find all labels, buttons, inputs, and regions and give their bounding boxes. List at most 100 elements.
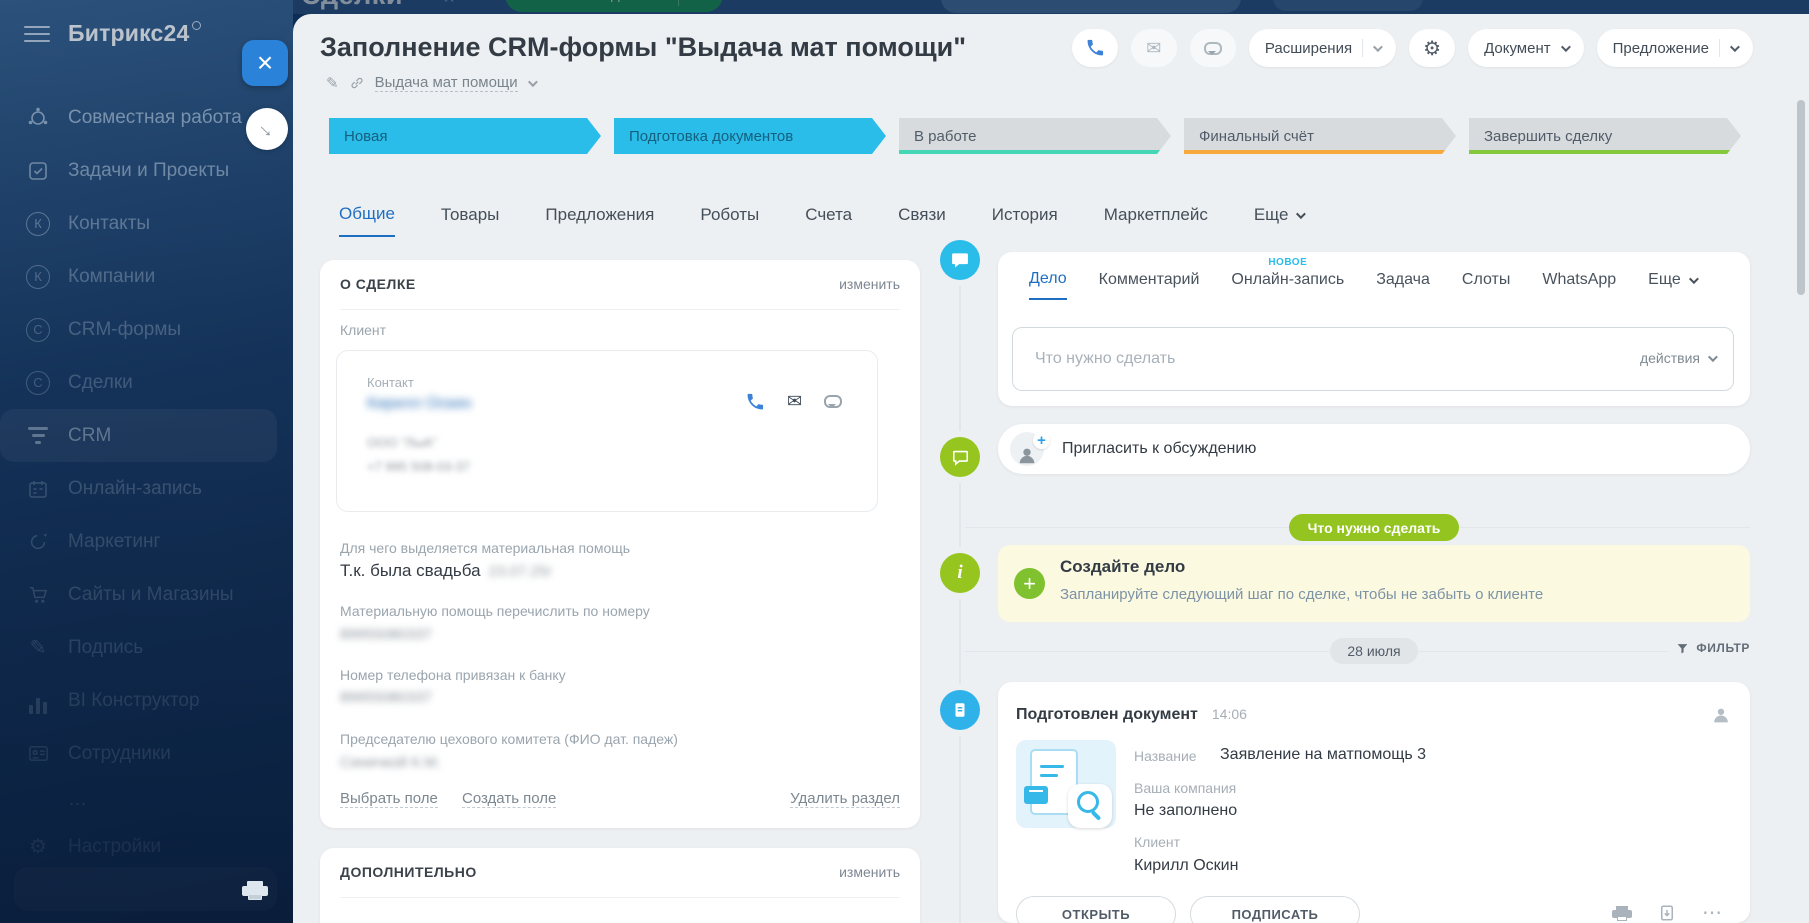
download-doc-icon[interactable]: [1658, 904, 1676, 922]
deal-stage-bar: Новая Подготовка документов В работе Фин…: [329, 118, 1741, 154]
entry-title: Подготовлен документ: [1016, 706, 1198, 723]
timeline-info-icon: i: [940, 553, 980, 593]
contact-type-label: Контакт: [367, 375, 414, 390]
field-value[interactable]: Т.к. была свадьба 23.07.25г: [340, 561, 552, 581]
sidebar-item-bi[interactable]: BI Конструктор: [0, 674, 293, 727]
contact-name-link[interactable]: Кирилл Оскин: [367, 395, 471, 413]
sidebar-item-online-booking[interactable]: Онлайн-запись: [0, 462, 293, 515]
gear-icon: ⚙: [29, 835, 47, 858]
field-value[interactable]: Синичкой К.М.: [340, 754, 441, 771]
tab-quotes[interactable]: Предложения: [545, 204, 654, 237]
sidebar-item-sign[interactable]: ✎ Подпись: [0, 621, 293, 674]
close-icon[interactable]: ×: [242, 40, 288, 86]
section-title: О СДЕЛКЕ: [340, 276, 416, 292]
extensions-button[interactable]: Расширения: [1248, 29, 1397, 67]
tab-marketplace[interactable]: Маркетплейс: [1104, 204, 1208, 237]
offer-button[interactable]: Предложение: [1596, 29, 1753, 67]
entry-field-value[interactable]: Кирилл Оскин: [1134, 857, 1238, 875]
sidebar-item-crm-forms[interactable]: C CRM-формы: [0, 303, 293, 356]
document-preview[interactable]: [1016, 740, 1116, 828]
call-button[interactable]: [1071, 29, 1118, 67]
stage-docs[interactable]: Подготовка документов: [614, 118, 886, 154]
select-field-link[interactable]: Выбрать поле: [340, 790, 438, 808]
menu-burger-icon[interactable]: [24, 25, 50, 42]
sidebar-item-sites[interactable]: Сайты и Магазины: [0, 568, 293, 621]
client-label: Клиент: [340, 322, 387, 338]
create-field-link[interactable]: Создать поле: [462, 790, 557, 808]
edit-pencil-icon[interactable]: ✎: [326, 74, 339, 92]
sidebar-item-deals[interactable]: С Сделки: [0, 356, 293, 409]
extra-section-card: ДОПОЛНИТЕЛЬНО изменить: [320, 848, 920, 923]
field-value[interactable]: 89955080337: [340, 626, 432, 643]
collapse-slider-button[interactable]: →: [246, 108, 288, 150]
mail-button[interactable]: ✉: [1130, 29, 1177, 67]
sidebar-item-label: Сделки: [68, 371, 133, 393]
timeline-tab-more[interactable]: Еще: [1648, 270, 1699, 300]
sidebar-item-contacts[interactable]: К Контакты: [0, 197, 293, 250]
stage-final-invoice[interactable]: Финальный счёт: [1184, 118, 1456, 154]
chat-bubble-icon[interactable]: [824, 395, 843, 408]
tab-more[interactable]: Еще: [1254, 204, 1307, 237]
printer-icon[interactable]: [242, 879, 268, 901]
sidebar-item-crm[interactable]: CRM: [0, 409, 277, 462]
calendar-icon: [25, 476, 51, 502]
page-title: Заполнение CRM-формы "Выдача мат помощи": [320, 32, 966, 62]
tab-general[interactable]: Общие: [339, 204, 395, 237]
stage-new[interactable]: Новая: [329, 118, 601, 154]
ellipsis-icon: [25, 787, 51, 813]
sidebar-item-label: CRM: [68, 424, 112, 446]
open-document-button[interactable]: ОТКРЫТЬ: [1016, 896, 1176, 923]
sidebar-item-tasks[interactable]: Задачи и Проекты: [0, 144, 293, 197]
add-todo-button[interactable]: +: [1014, 568, 1045, 599]
timeline-tab-comment[interactable]: Комментарий: [1099, 270, 1200, 300]
sidebar-item-employees[interactable]: Сотрудники: [0, 727, 293, 780]
actions-dropdown[interactable]: действия: [1640, 350, 1718, 366]
tab-robots[interactable]: Роботы: [700, 204, 759, 237]
document-button[interactable]: Документ: [1468, 29, 1584, 67]
edit-section-link[interactable]: изменить: [839, 864, 900, 880]
pipeline-selector[interactable]: Выдача мат помощи: [374, 74, 518, 92]
chat-button[interactable]: [1189, 29, 1236, 67]
link-icon[interactable]: [349, 75, 365, 91]
backdrop-create-button: Создать: [505, 0, 723, 12]
field-label: Председателю цехового комитета (ФИО дат.…: [340, 731, 678, 747]
sidebar-item-companies[interactable]: К Компании: [0, 250, 293, 303]
collapse-arrow-icon: →: [252, 113, 283, 144]
id-card-icon: [25, 741, 51, 767]
deal-info-card: О СДЕЛКЕ изменить Клиент Контакт Кирилл …: [320, 260, 920, 828]
settings-button[interactable]: ⚙: [1409, 29, 1456, 67]
field-value[interactable]: 89955080337: [340, 689, 432, 706]
edit-section-link[interactable]: изменить: [839, 276, 900, 292]
delete-section-link[interactable]: Удалить раздел: [790, 790, 900, 808]
sidebar-item-label: Контакты: [68, 212, 151, 234]
person-icon[interactable]: [1710, 704, 1732, 731]
timeline-tab-whatsapp[interactable]: WhatsApp: [1542, 270, 1616, 300]
envelope-icon[interactable]: ✉: [787, 391, 802, 412]
timeline-line: [959, 264, 961, 923]
todo-input[interactable]: [1013, 328, 1733, 390]
tab-invoices[interactable]: Счета: [805, 204, 852, 237]
invite-discussion-button[interactable]: + Пригласить к обсуждению: [998, 424, 1750, 474]
entry-field-value[interactable]: Не заполнено: [1134, 802, 1237, 820]
tab-history[interactable]: История: [992, 204, 1058, 237]
sign-document-button[interactable]: ПОДПИСАТЬ: [1190, 896, 1360, 923]
tab-products[interactable]: Товары: [441, 204, 499, 237]
todo-pill-button[interactable]: Что нужно сделать: [1289, 514, 1459, 541]
stage-close-deal[interactable]: Завершить сделку: [1469, 118, 1741, 154]
timeline-tab-slots[interactable]: Слоты: [1462, 270, 1510, 300]
scrollbar-thumb[interactable]: [1797, 100, 1805, 295]
entry-field-value[interactable]: Заявление на матпомощь 3: [1220, 746, 1426, 764]
stage-in-progress[interactable]: В работе: [899, 118, 1171, 154]
timeline-tab-booking[interactable]: НОВОЕ Онлайн-запись: [1231, 257, 1344, 300]
sidebar-item-more[interactable]: …: [0, 780, 293, 820]
sidebar-item-marketing[interactable]: Маркетинг: [0, 515, 293, 568]
phone-icon[interactable]: [745, 392, 765, 412]
print-icon[interactable]: [1612, 905, 1632, 921]
deal-slider: Заполнение CRM-формы "Выдача мат помощи"…: [293, 14, 1809, 923]
sidebar-item-settings[interactable]: ⚙ Настройки: [0, 820, 293, 873]
more-actions-icon[interactable]: ⋯: [1702, 903, 1722, 923]
tab-links[interactable]: Связи: [898, 204, 946, 237]
filter-button[interactable]: ФИЛЬТР: [1668, 641, 1750, 655]
timeline-tab-todo[interactable]: Дело: [1029, 270, 1067, 300]
timeline-tab-task[interactable]: Задача: [1376, 270, 1430, 300]
